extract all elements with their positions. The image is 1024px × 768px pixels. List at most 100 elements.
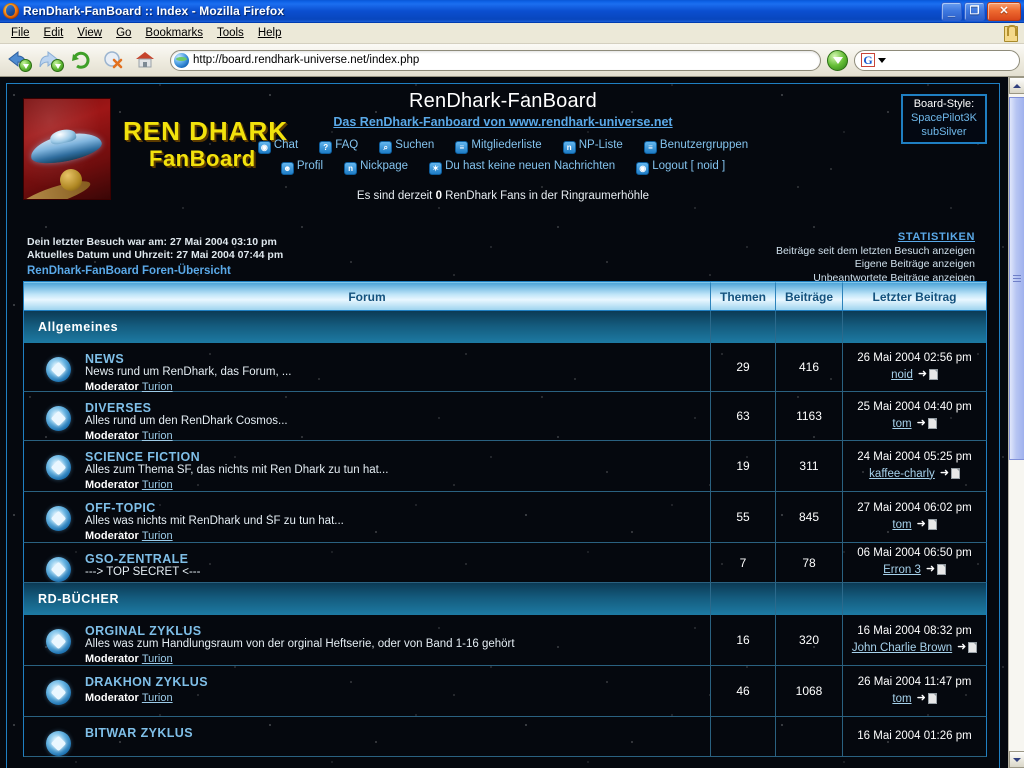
bookmark-bell-icon[interactable] xyxy=(1003,25,1018,41)
moderator-link[interactable]: Turion xyxy=(142,653,173,665)
table-row[interactable]: ORGINAL ZYKLUS Alles was zum Handlungsra… xyxy=(23,615,987,666)
search-bar[interactable]: G xyxy=(854,50,1020,71)
page-title: RenDhark-FanBoard xyxy=(7,90,999,113)
forum-description: ---> TOP SECRET <--- xyxy=(85,566,200,578)
forward-dropdown-icon[interactable] xyxy=(51,59,64,72)
goto-last-post-icon[interactable]: ➜ xyxy=(917,693,937,704)
google-icon: G xyxy=(861,53,875,67)
back-button[interactable] xyxy=(4,46,34,74)
scroll-down-button[interactable] xyxy=(1009,751,1024,768)
nav-logout[interactable]: ◉Logout [ noid ] xyxy=(636,160,725,175)
site-globe-icon xyxy=(174,53,189,68)
goto-last-post-icon[interactable]: ➜ xyxy=(918,369,938,380)
menu-tools[interactable]: Tools xyxy=(210,25,251,41)
forum-title[interactable]: SCIENCE FICTION xyxy=(85,450,388,464)
category-label: Allgemeines xyxy=(24,311,711,343)
moderator-link[interactable]: Turion xyxy=(142,479,173,491)
nav-suchen[interactable]: ⌕Suchen xyxy=(379,139,434,154)
forum-title[interactable]: OFF-TOPIC xyxy=(85,501,344,515)
url-text[interactable]: http://board.rendhark-universe.net/index… xyxy=(193,54,419,66)
nav-faq[interactable]: ?FAQ xyxy=(319,139,358,154)
topics-count: 63 xyxy=(711,392,776,440)
forward-button[interactable] xyxy=(36,46,66,74)
last-post-user[interactable]: noid xyxy=(891,369,913,381)
column-header-beitraege: Beiträge xyxy=(776,282,843,310)
nav-np-liste[interactable]: nNP-Liste xyxy=(563,139,623,154)
nav-profil[interactable]: ☻Profil xyxy=(281,160,323,175)
window-controls: _ ❐ ✕ xyxy=(941,2,1021,21)
stop-button[interactable] xyxy=(100,46,130,74)
back-dropdown-icon[interactable] xyxy=(19,59,32,72)
nav-benutzergruppen[interactable]: ≡Benutzergruppen xyxy=(644,139,748,154)
board-style-box[interactable]: Board-Style: SpacePilot3K subSilver xyxy=(901,94,987,144)
close-button[interactable]: ✕ xyxy=(987,2,1021,21)
last-post-user[interactable]: John Charlie Brown xyxy=(852,642,952,654)
forum-title[interactable]: DRAKHON ZYKLUS xyxy=(85,675,208,689)
goto-last-post-icon[interactable]: ➜ xyxy=(917,519,937,530)
menu-help[interactable]: Help xyxy=(251,25,289,41)
table-row[interactable]: DIVERSES Alles rund um den RenDhark Cosm… xyxy=(23,392,987,441)
table-row[interactable]: GSO-ZENTRALE ---> TOP SECRET <--- 7 78 0… xyxy=(23,543,987,583)
last-post-user[interactable]: tom xyxy=(892,418,911,430)
scroll-up-button[interactable] xyxy=(1009,77,1024,94)
topics-count: 16 xyxy=(711,615,776,665)
nav-nickpage[interactable]: nNickpage xyxy=(344,160,408,175)
menu-file[interactable]: File xyxy=(4,25,37,41)
home-button[interactable] xyxy=(132,46,162,74)
statistics-panel: STATISTIKEN Beiträge seit dem letzten Be… xyxy=(776,230,975,286)
stat-link-since-last-visit[interactable]: Beiträge seit dem letzten Besuch anzeige… xyxy=(776,245,975,259)
last-post-user[interactable]: Erron 3 xyxy=(883,564,921,576)
statistics-heading[interactable]: STATISTIKEN xyxy=(776,230,975,245)
forum-description: Alles was nichts mit RenDhark und SF zu … xyxy=(85,515,344,527)
address-bar[interactable]: http://board.rendhark-universe.net/index… xyxy=(170,50,821,71)
scrollbar-thumb[interactable] xyxy=(1009,97,1024,460)
logout-icon: ◉ xyxy=(636,162,649,175)
vertical-scrollbar[interactable] xyxy=(1008,77,1024,768)
moderator-link[interactable]: Turion xyxy=(142,530,173,542)
menu-go[interactable]: Go xyxy=(109,25,138,41)
go-button[interactable] xyxy=(827,50,848,71)
faq-icon: ? xyxy=(319,141,332,154)
forum-moderator: Moderator Turion xyxy=(85,653,515,665)
forum-title[interactable]: BITWAR ZYKLUS xyxy=(85,726,193,740)
site-subtitle-link[interactable]: Das RenDhark-Fanboard von www.rendhark-u… xyxy=(333,115,672,129)
maximize-button[interactable]: ❐ xyxy=(964,2,985,21)
last-post-user[interactable]: tom xyxy=(892,519,911,531)
goto-last-post-icon[interactable]: ➜ xyxy=(917,418,937,429)
reload-button[interactable] xyxy=(68,46,98,74)
forum-title[interactable]: DIVERSES xyxy=(85,401,288,415)
forum-title[interactable]: NEWS xyxy=(85,352,291,366)
last-post-cell: 16 Mai 2004 08:32 pm John Charlie Brown➜ xyxy=(843,615,986,665)
forum-folder-icon xyxy=(46,506,71,531)
nav-mitgliederliste[interactable]: ≡Mitgliederliste xyxy=(455,139,541,154)
forum-title[interactable]: GSO-ZENTRALE xyxy=(85,552,200,566)
table-row[interactable]: DRAKHON ZYKLUS Moderator Turion 46 1068 xyxy=(23,666,987,717)
nav-mitgliederliste-label: Mitgliederliste xyxy=(471,139,541,151)
forum-title[interactable]: ORGINAL ZYKLUS xyxy=(85,624,515,638)
nav-messages[interactable]: ✶Du hast keine neuen Nachrichten xyxy=(429,160,615,175)
moderator-link[interactable]: Turion xyxy=(142,692,173,704)
menu-view[interactable]: View xyxy=(70,25,109,41)
scroll-up-icon xyxy=(1013,84,1021,88)
menu-bookmarks-label: Bookmarks xyxy=(145,27,203,39)
table-row[interactable]: NEWS News rund um RenDhark, das Forum, .… xyxy=(23,343,987,392)
breadcrumb[interactable]: RenDhark-FanBoard Foren-Übersicht xyxy=(27,264,283,279)
menu-edit[interactable]: Edit xyxy=(37,25,71,41)
online-suffix: RenDhark Fans in der Ringraumerhöhle xyxy=(445,190,649,202)
posts-count: 311 xyxy=(776,441,843,491)
stat-link-own-posts[interactable]: Eigene Beiträge anzeigen xyxy=(776,258,975,272)
goto-last-post-icon[interactable]: ➜ xyxy=(940,468,960,479)
table-row[interactable]: OFF-TOPIC Alles was nichts mit RenDhark … xyxy=(23,492,987,543)
table-row[interactable]: SCIENCE FICTION Alles zum Thema SF, das … xyxy=(23,441,987,492)
nav-chat[interactable]: ◉Chat xyxy=(258,139,298,154)
table-row[interactable]: BITWAR ZYKLUS 16 Mai 2004 01:26 pm xyxy=(23,717,987,757)
forum-description: Alles rund um den RenDhark Cosmos... xyxy=(85,415,288,427)
goto-last-post-icon[interactable]: ➜ xyxy=(957,642,977,653)
chevron-down-icon[interactable] xyxy=(878,58,886,63)
last-post-user[interactable]: kaffee-charly xyxy=(869,468,935,480)
menu-bookmarks[interactable]: Bookmarks xyxy=(138,25,210,41)
last-post-user[interactable]: tom xyxy=(892,693,911,705)
scrollbar-track[interactable] xyxy=(1009,94,1024,751)
minimize-button[interactable]: _ xyxy=(941,2,962,21)
goto-last-post-icon[interactable]: ➜ xyxy=(926,564,946,575)
